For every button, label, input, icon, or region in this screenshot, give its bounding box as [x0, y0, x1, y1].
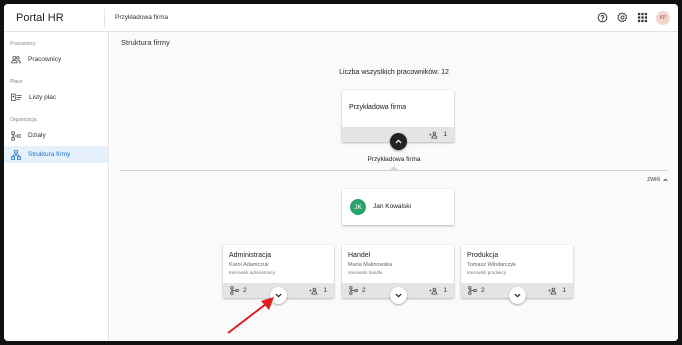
- department-role: Kierownik produkcji: [467, 270, 506, 275]
- people-count: 1: [443, 287, 447, 294]
- chevron-up-icon: [663, 178, 668, 182]
- app-title: Portal HR: [4, 8, 105, 27]
- sidebar-section-label: Organizacja: [10, 117, 37, 123]
- person-add-icon: [429, 287, 438, 294]
- collapse-company-button[interactable]: [389, 133, 407, 150]
- people-count: 1: [562, 287, 566, 294]
- department-head: Maria Malinowska: [348, 262, 393, 268]
- subunits-icon: [468, 286, 477, 295]
- main-content: Struktura firmy Liczba wszystkich pracow…: [110, 32, 678, 341]
- sidebar-item-struktura-firmy[interactable]: Struktura firmy: [4, 146, 108, 163]
- collapse-all-button[interactable]: ZWIŃ: [647, 177, 668, 183]
- department-name: Handel: [348, 252, 371, 259]
- app-window: Portal HR Przykładowa firma KP Pracownic…: [4, 4, 678, 341]
- chevron-up-icon: [394, 139, 402, 144]
- people-count: 1: [323, 287, 327, 294]
- separator-line: [120, 170, 668, 171]
- annotation-arrow-icon: [227, 297, 274, 334]
- collapse-label: ZWIŃ: [647, 177, 660, 183]
- apps-grid-icon[interactable]: [636, 12, 648, 24]
- sidebar: Pracownicy Pracownicy Płace Listy płac O…: [4, 32, 109, 341]
- subunits-icon: [349, 286, 358, 295]
- manager-card[interactable]: JK Jan Kowalski: [342, 189, 454, 225]
- person-add-icon: [429, 131, 438, 138]
- departments-icon: [11, 130, 21, 141]
- manager-name: Jan Kowalski: [373, 203, 411, 210]
- settings-gear-icon[interactable]: [616, 12, 628, 24]
- sidebar-item-label: Działy: [28, 132, 46, 139]
- total-employees-label: Liczba wszystkich pracowników: 12: [339, 69, 449, 76]
- people-icon: [11, 55, 21, 64]
- chevron-down-icon: [514, 293, 521, 298]
- org-structure-icon: [11, 149, 21, 160]
- people-count: 1: [443, 131, 447, 138]
- department-name: Administracja: [229, 252, 272, 259]
- sidebar-item-pracownicy[interactable]: Pracownicy: [4, 51, 108, 68]
- expand-produkcja-button[interactable]: [509, 287, 526, 304]
- department-name: Produkcja: [467, 252, 499, 259]
- subunits-count: 2: [481, 287, 485, 294]
- sidebar-section-label: Pracownicy: [10, 41, 36, 47]
- expand-handel-button[interactable]: [389, 287, 407, 304]
- sidebar-item-listy-plac[interactable]: Listy płac: [4, 89, 108, 106]
- department-head: Tomasz Włodarczyk: [467, 262, 516, 268]
- top-bar: Portal HR Przykładowa firma KP: [4, 4, 678, 32]
- page-title: Struktura firmy: [121, 38, 170, 47]
- manager-avatar: JK: [350, 199, 366, 215]
- department-head: Karol Adamczuk: [229, 262, 269, 268]
- subunits-count: 2: [243, 287, 247, 294]
- chevron-down-icon: [394, 293, 402, 298]
- person-add-icon: [548, 287, 557, 294]
- sidebar-item-label: Struktura firmy: [28, 151, 71, 158]
- sidebar-item-dzialy[interactable]: Działy: [4, 127, 108, 144]
- section-company-label: Przykładowa firma: [367, 156, 421, 163]
- help-icon[interactable]: [596, 12, 608, 24]
- user-avatar[interactable]: KP: [656, 10, 670, 25]
- sidebar-item-label: Pracownicy: [28, 56, 62, 63]
- subunits-count: 2: [362, 287, 366, 294]
- sidebar-item-label: Listy płac: [29, 94, 57, 101]
- person-add-icon: [309, 287, 318, 294]
- department-role: Kierownik handlu: [348, 270, 383, 275]
- sidebar-section-label: Płace: [10, 79, 23, 85]
- payroll-icon: [11, 93, 22, 101]
- breadcrumb[interactable]: Przykładowa firma: [105, 14, 596, 21]
- department-role: Kierownik administracji: [229, 270, 275, 275]
- company-name: Przykładowa firma: [349, 104, 407, 111]
